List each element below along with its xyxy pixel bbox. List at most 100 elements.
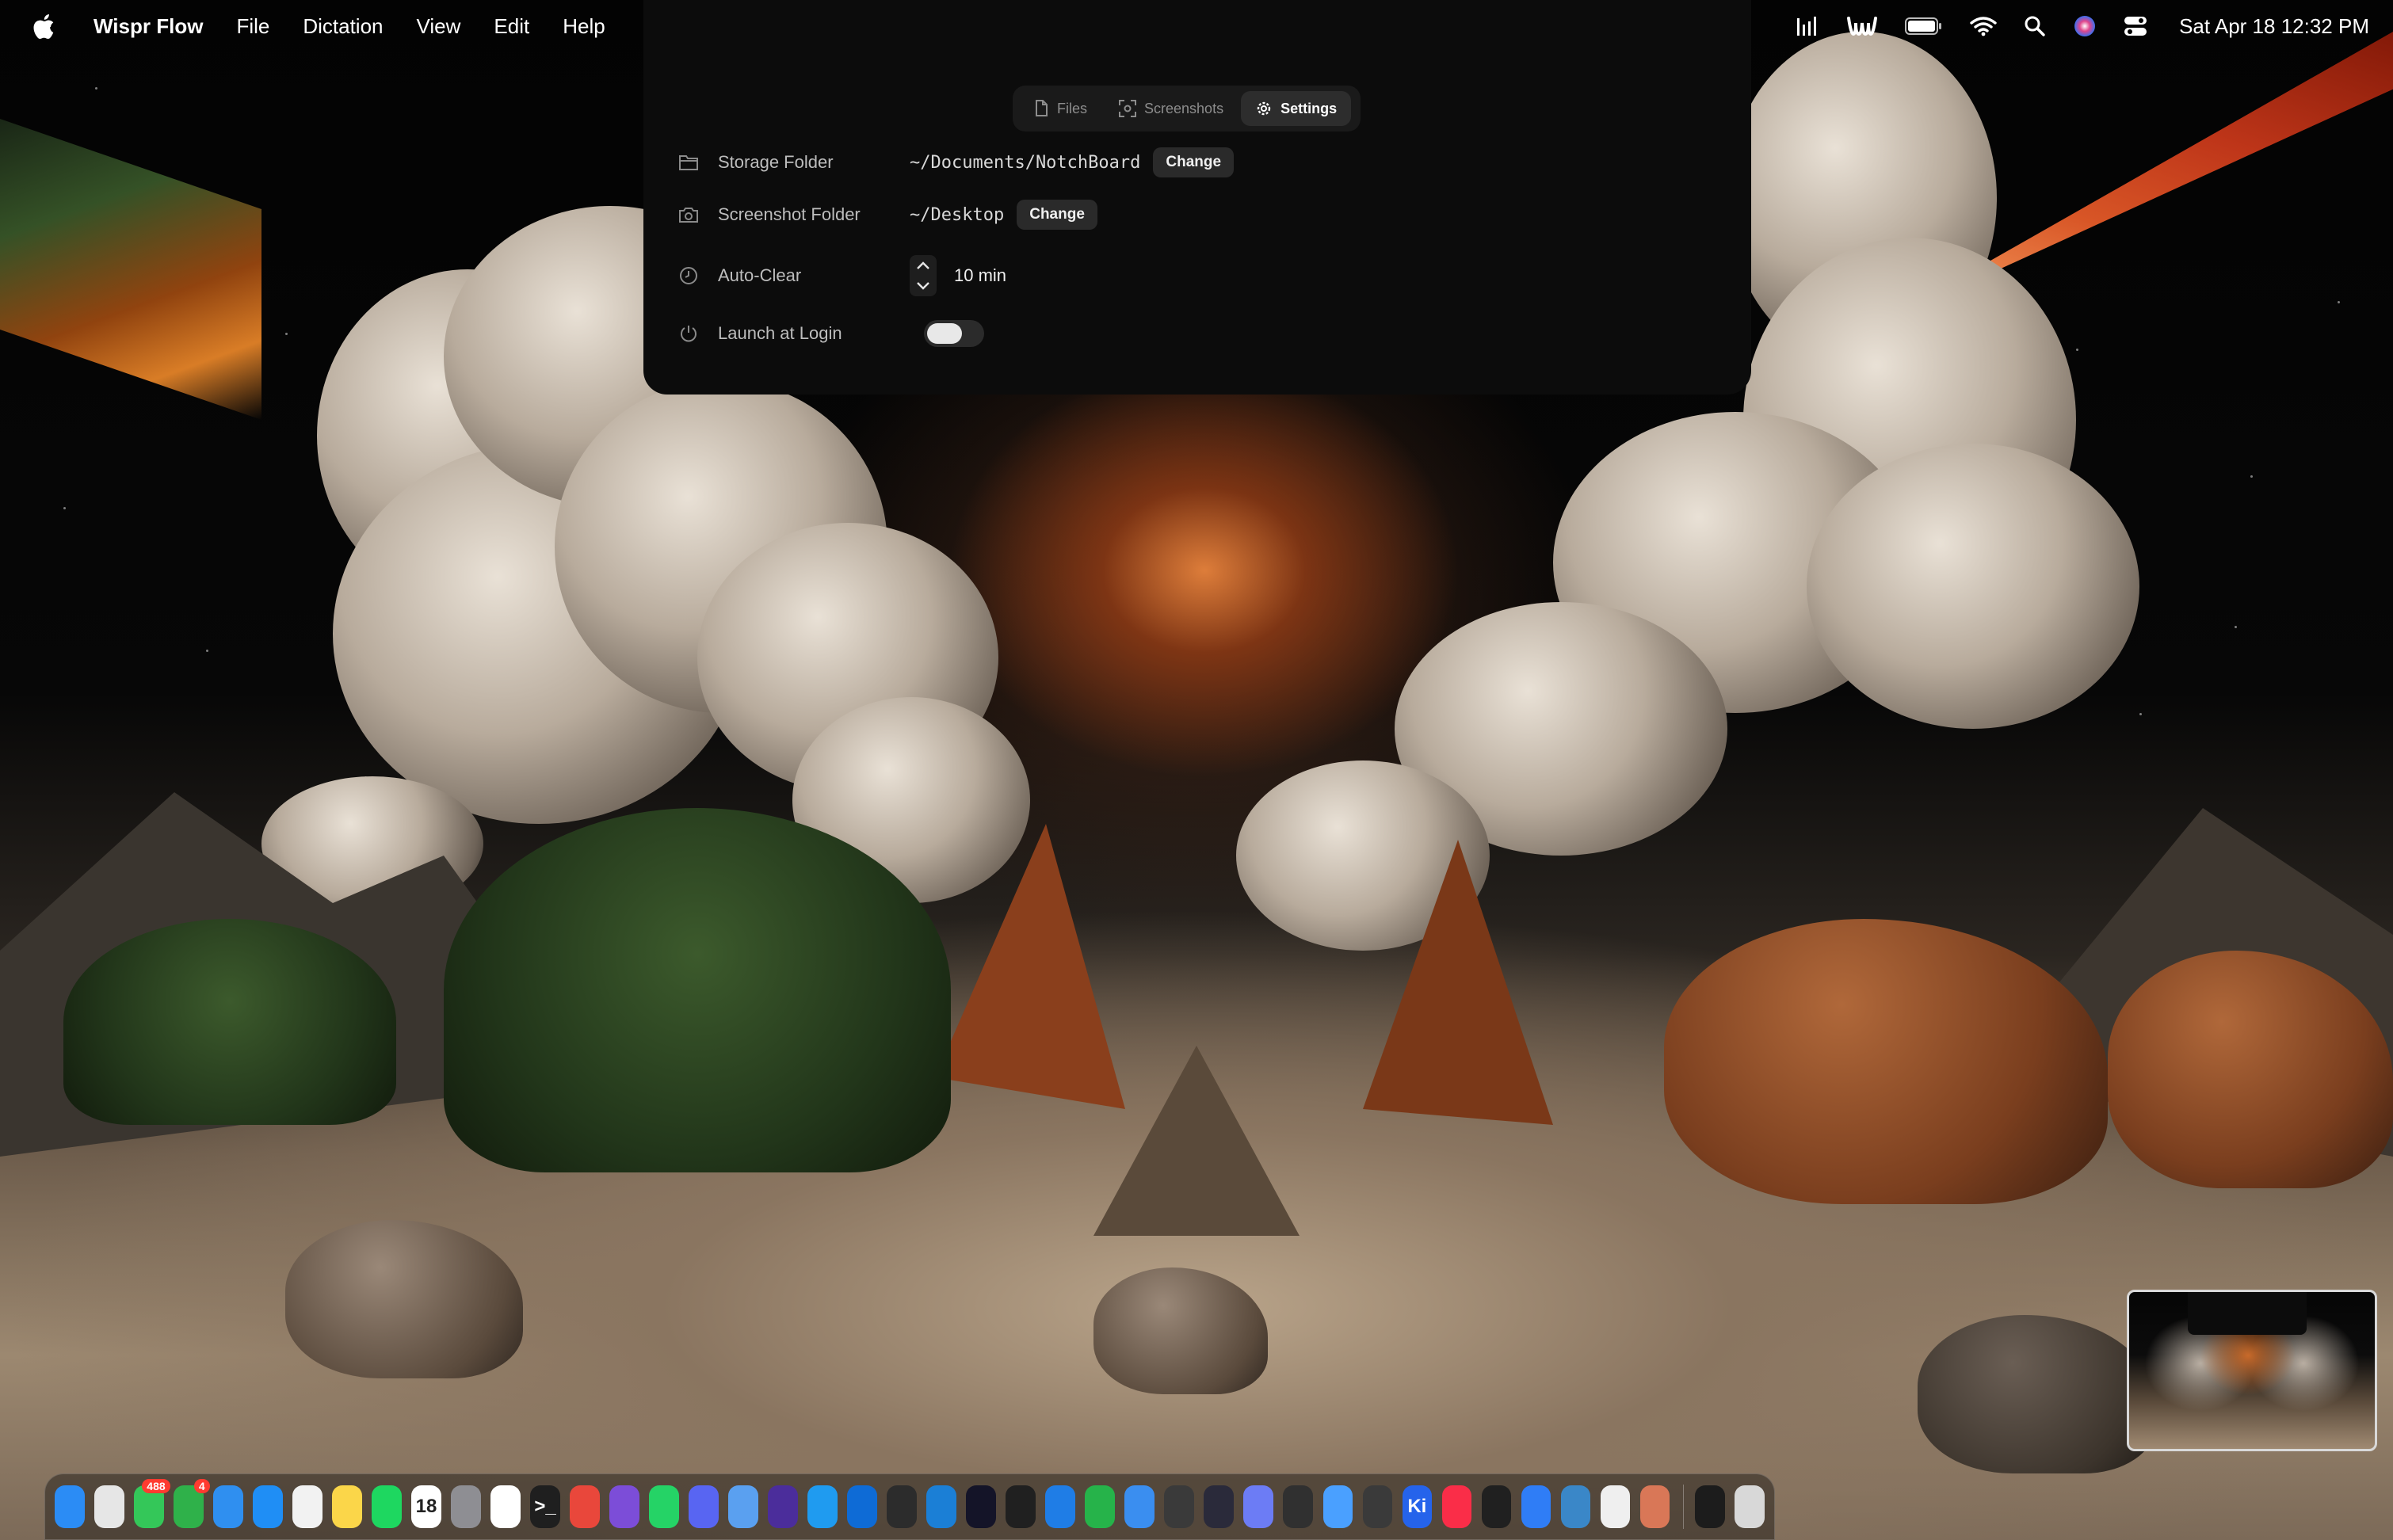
dock-hex-icon[interactable] — [1362, 1485, 1393, 1528]
search-icon[interactable] — [2024, 15, 2046, 37]
wallpaper-comet-left — [0, 119, 261, 420]
wifi-icon[interactable] — [1970, 16, 1997, 36]
tab-screenshots[interactable]: Screenshots — [1105, 91, 1238, 126]
dock-files-icon[interactable] — [1124, 1485, 1155, 1528]
dock-badge: 4 — [193, 1479, 210, 1493]
tab-screenshots-label: Screenshots — [1144, 100, 1224, 116]
storage-change-button[interactable]: Change — [1153, 147, 1235, 177]
dock-hub-icon[interactable] — [887, 1485, 917, 1528]
dock-badge: 488 — [142, 1479, 170, 1493]
dock-facetime-icon[interactable]: 4 — [174, 1479, 210, 1528]
dock-launchpad-icon[interactable] — [94, 1485, 124, 1528]
dock-music-icon[interactable] — [1441, 1485, 1472, 1528]
dock-loop-icon[interactable] — [807, 1485, 838, 1528]
tab-settings[interactable]: Settings — [1241, 91, 1352, 126]
dock-notes-icon[interactable] — [332, 1485, 362, 1528]
dock-separator — [1682, 1485, 1685, 1529]
dock-slack-icon[interactable] — [490, 1485, 521, 1528]
menu-dictation[interactable]: Dictation — [303, 14, 383, 39]
dock-xcode-icon[interactable] — [1045, 1485, 1076, 1528]
dock-crystal-icon[interactable] — [768, 1485, 798, 1528]
dock: 488 4 18 >_ Ki — [44, 1473, 1775, 1540]
dock-preview-icon[interactable] — [728, 1485, 758, 1528]
power-icon — [678, 323, 699, 344]
dock-simulator-icon[interactable] — [1322, 1485, 1353, 1528]
storage-folder-path: ~/Documents/NotchBoard — [910, 152, 1141, 173]
screenshot-preview-thumbnail[interactable] — [2127, 1290, 2377, 1451]
dock-gamepad-icon[interactable] — [1243, 1485, 1274, 1528]
launch-at-login-row: Launch at Login — [678, 314, 984, 353]
gear-icon — [1257, 101, 1271, 116]
dock-vscode-icon[interactable] — [926, 1485, 956, 1528]
app-menu[interactable]: Wispr Flow — [94, 14, 203, 39]
dock-paper-icon[interactable] — [1600, 1485, 1631, 1528]
dock-spotify-icon[interactable] — [372, 1485, 402, 1528]
dock-infinity-icon[interactable] — [847, 1485, 877, 1528]
screenshot-icon — [1119, 100, 1137, 117]
screenshot-folder-label: Screenshot Folder — [718, 204, 861, 224]
audio-levels-icon[interactable] — [1796, 15, 1819, 37]
dock-github-icon[interactable] — [609, 1485, 639, 1528]
menu-help[interactable]: Help — [563, 14, 605, 39]
dock-cube-icon[interactable] — [1006, 1485, 1036, 1528]
storage-folder-label: Storage Folder — [718, 152, 834, 172]
menu-edit[interactable]: Edit — [494, 14, 529, 39]
dock-finder-icon[interactable] — [55, 1485, 85, 1528]
battery-icon[interactable] — [1905, 17, 1943, 36]
screenshot-folder-row: Screenshot Folder ~/Desktop Change — [678, 195, 1097, 234]
dock-claude-icon[interactable] — [1639, 1485, 1670, 1528]
dock-activity-icon[interactable] — [1481, 1485, 1512, 1528]
dock-kit-icon[interactable]: Ki — [1402, 1485, 1433, 1528]
dock-artboard-icon[interactable] — [966, 1485, 996, 1528]
storage-folder-row: Storage Folder ~/Documents/NotchBoard Ch… — [678, 143, 1235, 182]
dock-calendar-icon[interactable]: 18 — [411, 1485, 441, 1528]
control-center-icon[interactable] — [2124, 15, 2147, 37]
auto-clear-row: Auto-Clear 10 min — [678, 252, 1006, 299]
camera-icon — [678, 204, 699, 225]
dock-terminal-label: >_ — [534, 1496, 556, 1517]
timer-icon — [678, 265, 699, 286]
menubar-clock[interactable]: Sat Apr 18 12:32 PM — [2179, 14, 2369, 39]
tab-settings-label: Settings — [1280, 100, 1338, 116]
dock-mail-icon[interactable] — [213, 1485, 243, 1528]
tab-files-label: Files — [1057, 100, 1088, 116]
auto-clear-value: 10 min — [954, 265, 1007, 285]
dock-system-settings-icon[interactable] — [451, 1485, 481, 1528]
dock-safari-icon[interactable] — [253, 1485, 283, 1528]
siri-icon[interactable] — [2073, 14, 2097, 38]
dock-unity-icon[interactable] — [1204, 1485, 1235, 1528]
chevron-down-icon[interactable] — [915, 280, 931, 292]
dock-stats-icon[interactable] — [1164, 1485, 1195, 1528]
tab-files[interactable]: Files — [1019, 91, 1101, 126]
wallpaper-comet-right — [1933, 32, 2393, 293]
screenshot-folder-path: ~/Desktop — [910, 204, 1005, 225]
dock-search-q-icon[interactable] — [1521, 1485, 1551, 1528]
dock-trash-icon[interactable] — [1735, 1485, 1765, 1528]
wispr-icon[interactable] — [1846, 15, 1878, 37]
dock-orb-icon[interactable] — [1283, 1485, 1314, 1528]
dock-terminal-icon[interactable]: >_ — [530, 1485, 560, 1528]
toggle-knob — [927, 323, 962, 344]
menu-view[interactable]: View — [417, 14, 461, 39]
folder-icon — [678, 152, 699, 173]
launch-at-login-label: Launch at Login — [718, 323, 842, 343]
dock-calendar-alt-icon[interactable] — [292, 1485, 323, 1528]
dock-kit-label: Ki — [1407, 1496, 1427, 1517]
dock-numbers-icon[interactable] — [1085, 1485, 1116, 1528]
apple-menu-icon[interactable] — [32, 13, 55, 39]
auto-clear-label: Auto-Clear — [718, 265, 802, 285]
dock-discord-icon[interactable] — [689, 1485, 719, 1528]
dock-disk-icon[interactable] — [1560, 1485, 1591, 1528]
notchboard-panel: Files Screenshots Settings Storage Folde… — [643, 0, 1751, 395]
auto-clear-stepper[interactable] — [910, 255, 937, 296]
dock-messages-icon[interactable]: 488 — [134, 1479, 170, 1528]
dock-whatsapp-icon[interactable] — [649, 1485, 679, 1528]
thumbnail-panel-shape — [2188, 1292, 2307, 1335]
launch-at-login-toggle[interactable] — [924, 320, 984, 347]
panel-tabs: Files Screenshots Settings — [1013, 86, 1361, 132]
menu-file[interactable]: File — [236, 14, 269, 39]
screenshot-change-button[interactable]: Change — [1017, 200, 1097, 230]
dock-window-thumb-icon[interactable] — [1695, 1485, 1725, 1528]
dock-chrome-icon[interactable] — [570, 1485, 600, 1528]
chevron-up-icon[interactable] — [915, 260, 931, 271]
